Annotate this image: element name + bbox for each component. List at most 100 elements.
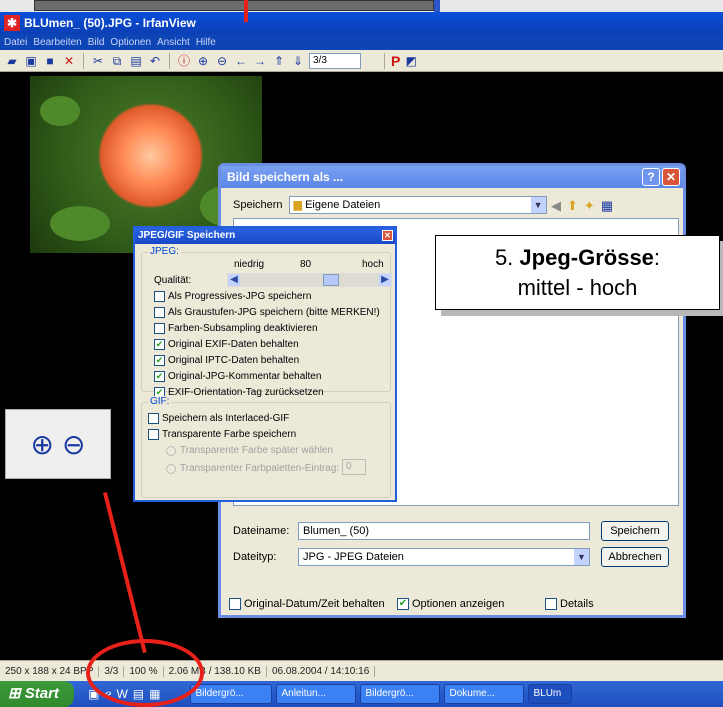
status-date: 06.08.2004 / 14:10:16 bbox=[267, 665, 376, 677]
toolbar-separator bbox=[169, 52, 170, 69]
show-options-checkbox[interactable]: ✔ Optionen anzeigen bbox=[397, 598, 537, 611]
copy-icon[interactable]: ⧉ bbox=[109, 53, 125, 69]
option-label: Als Progressives-JPG speichern bbox=[168, 291, 312, 302]
taskbar-item[interactable]: Dokume... bbox=[444, 684, 525, 704]
instruction-callout: 5. Jpeg-Grösse: mittel - hoch bbox=[435, 235, 720, 310]
window-title: BLUmen_ (50).JPG - IrfanView bbox=[24, 16, 196, 30]
quality-slider[interactable]: ◀ ▶ bbox=[227, 273, 392, 287]
toolbar: ▰ ▣ ■ ✕ ✂ ⧉ ▤ ↶ ⓘ ⊕ ⊖ ← → ⇑ ⇓ 3/3 P ◩ bbox=[0, 50, 723, 72]
slideshow-icon[interactable]: ▣ bbox=[23, 53, 39, 69]
keep-exif-option[interactable]: ✔ Original EXIF-Daten behalten bbox=[154, 339, 299, 350]
checkbox bbox=[154, 307, 165, 318]
jpeg-dialog-titlebar[interactable]: JPEG/GIF Speichern ✕ bbox=[135, 228, 395, 244]
page-counter[interactable]: 3/3 bbox=[309, 52, 361, 69]
info-icon[interactable]: ⓘ bbox=[176, 53, 192, 69]
menu-bearbeiten[interactable]: Bearbeiten bbox=[33, 37, 81, 48]
new-folder-icon[interactable]: ✦ bbox=[584, 198, 595, 214]
quality-high-label: hoch bbox=[362, 259, 384, 270]
taskbar-item[interactable]: Anleitun... bbox=[276, 684, 357, 704]
option-label: Als Graustufen-JPG speichern (bitte MERK… bbox=[168, 307, 380, 318]
grayscale-jpg-option[interactable]: Als Graustufen-JPG speichern (bitte MERK… bbox=[154, 307, 380, 318]
taskbar-item[interactable]: Bildergrö... bbox=[190, 684, 273, 704]
filename-label: Dateiname: bbox=[233, 525, 290, 537]
back-icon[interactable]: ◀ bbox=[551, 198, 561, 214]
window-titlebar[interactable]: ✱ BLUmen_ (50).JPG - IrfanView bbox=[0, 12, 723, 34]
callout-line2: mittel - hoch bbox=[517, 275, 638, 300]
details-checkbox[interactable]: Details bbox=[545, 598, 594, 611]
zoom-out-icon[interactable]: ⊖ bbox=[214, 53, 230, 69]
save-button[interactable]: Speichern bbox=[601, 521, 669, 541]
menu-ansicht[interactable]: Ansicht bbox=[157, 37, 190, 48]
jpeg-dialog-title: JPEG/GIF Speichern bbox=[138, 230, 236, 241]
help-button[interactable]: ? bbox=[642, 168, 660, 186]
reset-exif-orientation-option[interactable]: ✔ EXIF-Orientation-Tag zurücksetzen bbox=[154, 387, 324, 398]
start-button[interactable]: ⊞ Start bbox=[0, 681, 74, 707]
quality-slider-thumb[interactable] bbox=[323, 274, 339, 286]
option-label: EXIF-Orientation-Tag zurücksetzen bbox=[168, 387, 324, 398]
task-label: Bildergrö... bbox=[195, 688, 244, 699]
first-page-icon[interactable]: ⇑ bbox=[271, 53, 287, 69]
close-icon[interactable]: ✕ bbox=[382, 230, 393, 241]
progressive-jpg-option[interactable]: Als Progressives-JPG speichern bbox=[154, 291, 311, 302]
cut-icon[interactable]: ✂ bbox=[90, 53, 106, 69]
cancel-button[interactable]: Abbrechen bbox=[601, 547, 669, 567]
details-label: Details bbox=[560, 598, 594, 610]
keep-date-checkbox[interactable]: Original-Datum/Zeit behalten bbox=[229, 598, 389, 611]
checkbox-checked: ✔ bbox=[397, 598, 409, 611]
subsampling-option[interactable]: Farben-Subsampling deaktivieren bbox=[154, 323, 318, 334]
checkbox bbox=[545, 598, 557, 611]
taskbar-item[interactable]: Bildergrö... bbox=[360, 684, 441, 704]
paint-icon[interactable]: ◩ bbox=[403, 53, 419, 69]
close-button[interactable]: ✕ bbox=[662, 168, 680, 186]
option-label: Original IPTC-Daten behalten bbox=[168, 355, 300, 366]
interlaced-gif-option[interactable]: Speichern als Interlaced-GIF bbox=[148, 413, 289, 424]
photo-leaf bbox=[50, 206, 110, 241]
jpeg-group-label: JPEG: bbox=[148, 246, 181, 257]
save-in-combo[interactable]: ▆ Eigene Dateien ▼ bbox=[288, 196, 547, 214]
transparent-later-radio[interactable]: Transparente Farbe später wählen bbox=[166, 445, 333, 456]
filetype-select[interactable]: JPG - JPEG Dateien ▼ bbox=[298, 548, 590, 566]
keep-date-label: Original-Datum/Zeit behalten bbox=[244, 598, 385, 610]
zoom-callout: ⊕ ⊖ bbox=[5, 409, 111, 479]
filename-value: Blumen_ (50) bbox=[303, 525, 370, 537]
transparent-palette-radio[interactable]: Transparenter Farbpaletten-Eintrag: bbox=[166, 463, 339, 474]
chevron-left-icon[interactable]: ◀ bbox=[228, 274, 240, 286]
open-folder-icon[interactable]: ▰ bbox=[4, 53, 20, 69]
checkbox-checked: ✔ bbox=[154, 339, 165, 350]
delete-icon[interactable]: ✕ bbox=[61, 53, 77, 69]
filename-input[interactable]: Blumen_ (50) bbox=[298, 522, 590, 540]
taskbar-item-active[interactable]: BLUm bbox=[528, 684, 573, 704]
quality-label: Qualität: bbox=[154, 275, 192, 286]
print-icon[interactable]: P bbox=[391, 53, 400, 69]
option-label: Transparenter Farbpaletten-Eintrag: bbox=[180, 463, 340, 474]
save-dialog-titlebar[interactable]: Bild speichern als ... ? ✕ bbox=[221, 166, 683, 188]
previous-icon[interactable]: ← bbox=[233, 53, 249, 69]
chevron-right-icon[interactable]: ▶ bbox=[379, 274, 391, 286]
keep-iptc-option[interactable]: ✔ Original IPTC-Daten behalten bbox=[154, 355, 299, 366]
task-label: Bildergrö... bbox=[365, 688, 414, 699]
menu-hilfe[interactable]: Hilfe bbox=[196, 37, 216, 48]
zoom-in-icon[interactable]: ⊕ bbox=[195, 53, 211, 69]
view-menu-icon[interactable]: ▦ bbox=[601, 198, 613, 214]
next-icon[interactable]: → bbox=[252, 53, 268, 69]
up-folder-icon[interactable]: ⬆ bbox=[567, 198, 578, 214]
save-in-row: Speichern ▆ Eigene Dateien ▼ bbox=[233, 196, 547, 214]
paste-icon[interactable]: ▤ bbox=[128, 53, 144, 69]
menu-bild[interactable]: Bild bbox=[88, 37, 105, 48]
task-label: Dokume... bbox=[449, 688, 496, 699]
save-icon[interactable]: ■ bbox=[42, 53, 58, 69]
last-page-icon[interactable]: ⇓ bbox=[290, 53, 306, 69]
annotation-arrow-top bbox=[244, 0, 248, 22]
undo-icon[interactable]: ↶ bbox=[147, 53, 163, 69]
palette-entry-input[interactable]: 0 bbox=[342, 459, 366, 475]
top-blue-bar bbox=[434, 0, 440, 12]
status-dimensions: 250 x 188 x 24 BPP bbox=[0, 665, 100, 677]
checkbox bbox=[154, 323, 165, 334]
keep-comment-option[interactable]: ✔ Original-JPG-Kommentar behalten bbox=[154, 371, 321, 382]
zoom-in-icon: ⊕ bbox=[30, 428, 54, 460]
menu-datei[interactable]: Datei bbox=[4, 37, 27, 48]
menu-optionen[interactable]: Optionen bbox=[110, 37, 151, 48]
checkbox bbox=[148, 413, 159, 424]
gif-group-label: GIF: bbox=[148, 396, 172, 407]
transparent-color-option[interactable]: Transparente Farbe speichern bbox=[148, 429, 296, 440]
